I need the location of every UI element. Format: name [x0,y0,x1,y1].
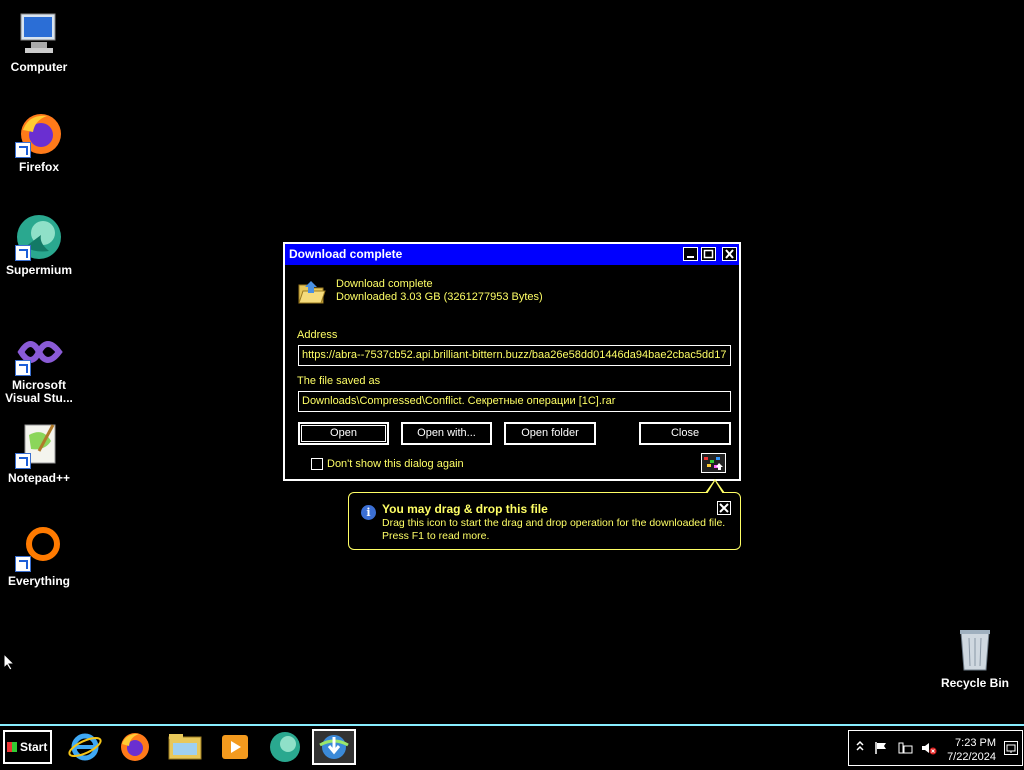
firefox-icon [121,733,149,761]
show-hidden-icons-button[interactable] [855,739,865,756]
balloon-title: You may drag & drop this file [382,502,548,516]
open-with-button[interactable]: Open with... [401,422,492,445]
desktop-icon-notepad-plus-plus[interactable]: Notepad++ [1,421,77,485]
desktop-icon-everything[interactable]: Everything [1,524,77,588]
drag-drop-file-icon[interactable] [701,453,726,473]
desktop-icon-label: Firefox [18,160,59,174]
desktop-icon-supermium[interactable]: Supermium [1,213,77,277]
taskbar-supermium[interactable] [263,729,307,765]
file-explorer-icon [168,734,202,760]
desktop-icon-firefox[interactable]: Firefox [1,110,77,174]
taskbar: Start 7:23 PM 7/22/2024 [0,724,1024,768]
chevron-up-icon [856,740,864,751]
clock-time: 7:23 PM [955,737,996,749]
close-icon [725,249,734,259]
internet-explorer-icon [68,733,102,761]
download-folder-icon [297,277,327,312]
shortcut-arrow-icon [15,360,31,376]
desktop-icon-label: Everything [7,574,70,588]
saved-as-label: The file saved as [297,375,381,387]
shortcut-arrow-icon [15,245,31,261]
taskbar-internet-download-manager[interactable] [312,729,356,765]
clock[interactable]: 7:23 PM 7/22/2024 [947,736,996,764]
start-label: Start [20,740,48,754]
close-window-button[interactable] [722,247,737,261]
status-size: Downloaded 3.03 GB (3261277953 Bytes) [336,291,543,303]
visual-studio-icon [15,328,63,376]
clock-date: 7/22/2024 [947,751,996,763]
firefox-icon [15,110,63,158]
system-tray: 7:23 PM 7/22/2024 [848,730,1023,766]
open-folder-button[interactable]: Open folder [504,422,596,445]
desktop-icon-computer[interactable]: Computer [1,10,77,74]
desktop-icon-label: Notepad++ [7,471,70,485]
close-icon [719,503,729,513]
balloon-close-button[interactable] [717,501,731,515]
desktop-icon [1006,744,1016,753]
taskbar-internet-explorer[interactable] [63,729,107,765]
computer-icon [15,10,63,58]
desktop-icon-visual-studio[interactable]: Microsoft Visual Stu... [1,328,77,405]
shortcut-arrow-icon [15,453,31,469]
shortcut-arrow-icon [15,142,31,158]
supermium-icon [15,213,63,261]
supermium-icon [270,732,300,762]
maximize-icon [703,249,714,259]
desktop-icon-recycle-bin[interactable]: Recycle Bin [937,626,1013,690]
action-center-flag-icon[interactable] [874,741,888,758]
download-complete-dialog: Download complete Download complete Down… [283,242,741,481]
taskbar-media-player[interactable] [213,729,257,765]
open-button[interactable]: Open [298,422,389,445]
maximize-button[interactable] [701,247,716,261]
mouse-cursor-icon [3,653,15,671]
status-title: Download complete [336,278,433,290]
show-desktop-button[interactable] [1004,741,1018,755]
taskbar-file-explorer[interactable] [163,729,207,765]
start-button[interactable]: Start [3,730,52,764]
close-button[interactable]: Close [639,422,731,445]
dont-show-label[interactable]: Don't show this dialog again [327,458,464,470]
address-label: Address [297,329,338,341]
shortcut-arrow-icon [15,556,31,572]
desktop-icon-label: Microsoft Visual Stu... [5,378,73,405]
balloon-body: Drag this icon to start the drag and dro… [382,517,725,543]
minimize-icon [687,256,694,258]
saved-as-field[interactable]: Downloads\Compressed\Conflict. Секретные… [298,391,731,412]
balloon-line-1: Drag this icon to start the drag and dro… [382,517,726,529]
dont-show-checkbox[interactable] [311,458,323,470]
desktop-icon-label: Supermium [5,263,72,277]
everything-icon [15,524,63,572]
recycle-bin-icon [951,626,999,674]
minimize-button[interactable] [683,247,698,261]
dialog-titlebar[interactable]: Download complete [285,244,739,265]
balloon-line-2: Press F1 to read more. [382,530,490,542]
address-field[interactable]: https://abra--7537cb52.api.brilliant-bit… [298,345,731,366]
dialog-title: Download complete [289,247,403,261]
drag-drop-balloon-tip: i You may drag & drop this file Drag thi… [348,479,741,550]
windows-logo-icon [7,742,17,752]
volume-muted-icon[interactable] [921,741,937,758]
taskbar-firefox[interactable] [113,729,157,765]
media-player-icon [222,735,248,759]
notepad-plus-plus-icon [15,421,63,469]
desktop-icon-label: Computer [10,60,68,74]
info-icon: i [361,505,376,520]
network-icon[interactable] [898,741,914,758]
desktop-icon-label: Recycle Bin [940,676,1010,690]
internet-download-manager-icon [319,735,349,759]
